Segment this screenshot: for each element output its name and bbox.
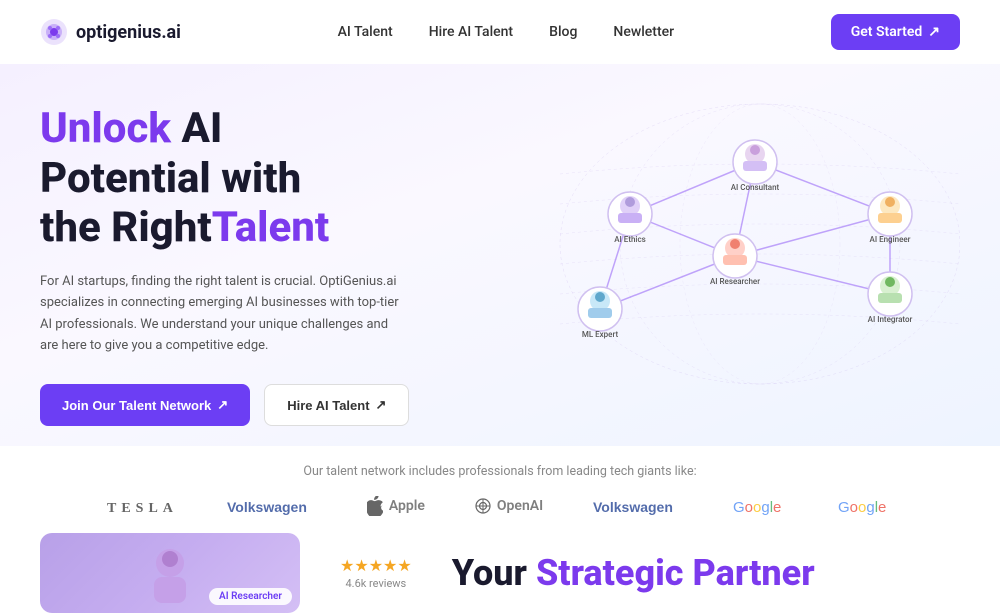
network-visualization: AI Consultant AI Ethics AI Engineer AI R… xyxy=(460,94,960,394)
google-logo-2: Google xyxy=(838,496,893,516)
svg-text:Google: Google xyxy=(733,499,781,516)
hero-section: Unlock AI Potential with the RightTalent… xyxy=(0,64,1000,446)
arrow-icon: ↗ xyxy=(928,24,940,40)
hero-content: Unlock AI Potential with the RightTalent… xyxy=(40,94,409,426)
hire-ai-talent-button[interactable]: Hire AI Talent ↗ xyxy=(264,384,409,426)
openai-text: OpenAI xyxy=(497,498,543,514)
google-svg-1: Google xyxy=(733,496,788,516)
teaser-image: AI Researcher xyxy=(40,533,300,613)
brands-section: Our talent network includes professional… xyxy=(0,446,1000,533)
tesla-svg: TESLA xyxy=(107,495,177,517)
network-svg: AI Consultant AI Ethics AI Engineer AI R… xyxy=(460,94,960,394)
svg-text:AI Integrator: AI Integrator xyxy=(868,315,913,324)
arrow-icon: ↗ xyxy=(217,397,228,413)
svg-text:AI Researcher: AI Researcher xyxy=(710,277,760,286)
hero-description: For AI startups, finding the right talen… xyxy=(40,271,400,357)
svg-text:Google: Google xyxy=(838,499,886,516)
nav-hire-ai-talent[interactable]: Hire AI Talent xyxy=(429,24,513,40)
vw-svg-2: Volkswagen xyxy=(593,495,683,517)
get-started-button[interactable]: Get Started ↗ xyxy=(831,14,960,50)
volkswagen-logo-2: Volkswagen xyxy=(593,495,683,517)
svg-text:AI Consultant: AI Consultant xyxy=(731,183,780,192)
svg-text:ML Expert: ML Expert xyxy=(582,330,619,339)
join-talent-button[interactable]: Join Our Talent Network ↗ xyxy=(40,384,250,426)
apple-svg xyxy=(367,496,383,516)
openai-svg xyxy=(475,498,491,514)
arrow-icon: ↗ xyxy=(376,397,387,413)
svg-text:Volkswagen: Volkswagen xyxy=(593,499,673,515)
apple-text: Apple xyxy=(389,498,425,514)
nav-blog[interactable]: Blog xyxy=(549,24,577,40)
logo[interactable]: optigenius.ai xyxy=(40,18,181,46)
apple-logo: Apple xyxy=(367,496,425,516)
brands-label: Our talent network includes professional… xyxy=(40,464,960,479)
volkswagen-logo-1: Volkswagen xyxy=(227,495,317,517)
logo-text: optigenius.ai xyxy=(76,22,181,43)
stars: ★★★★★ xyxy=(340,556,412,575)
logo-icon xyxy=(40,18,68,46)
ai-researcher-badge: AI Researcher xyxy=(209,588,292,605)
brands-row: TESLA Volkswagen Apple OpenAI xyxy=(40,495,960,517)
nav-newsletter[interactable]: Newletter xyxy=(613,24,674,40)
nav-links: AI Talent Hire AI Talent Blog Newletter xyxy=(338,24,674,40)
vw-svg-1: Volkswagen xyxy=(227,495,317,517)
openai-logo: OpenAI xyxy=(475,498,543,514)
google-svg-2: Google xyxy=(838,496,893,516)
navbar: optigenius.ai AI Talent Hire AI Talent B… xyxy=(0,0,1000,64)
svg-text:AI Engineer: AI Engineer xyxy=(870,235,911,244)
stars-count: 4.6k reviews xyxy=(345,577,406,590)
hero-title: Unlock AI Potential with the RightTalent xyxy=(40,104,409,253)
hero-buttons: Join Our Talent Network ↗ Hire AI Talent… xyxy=(40,384,409,426)
teaser-title: Your Strategic Partner xyxy=(452,552,815,594)
google-logo-1: Google xyxy=(733,496,788,516)
nav-ai-talent[interactable]: AI Talent xyxy=(338,24,393,40)
star-rating: ★★★★★ 4.6k reviews xyxy=(340,556,412,590)
svg-text:AI Ethics: AI Ethics xyxy=(614,235,646,244)
tesla-logo: TESLA xyxy=(107,495,177,517)
person-illustration xyxy=(140,543,200,603)
svg-text:TESLA: TESLA xyxy=(107,501,177,516)
svg-text:Volkswagen: Volkswagen xyxy=(227,499,307,515)
bottom-teaser: AI Researcher ★★★★★ 4.6k reviews Your St… xyxy=(0,533,1000,613)
